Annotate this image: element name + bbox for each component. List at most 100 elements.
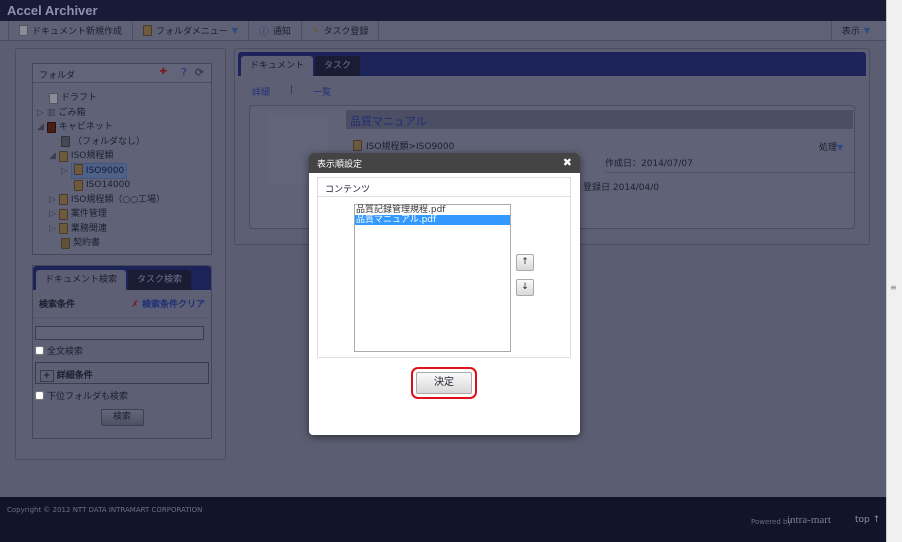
- intra-mart-logo: intra-mart: [787, 514, 831, 526]
- list-item-selected[interactable]: 品質マニュアル.pdf: [355, 215, 510, 225]
- tab-task[interactable]: タスク: [315, 56, 361, 76]
- confirm-button[interactable]: 決定: [416, 372, 472, 394]
- chevron-down-icon: ▼: [837, 143, 844, 152]
- main-tabs: ドキュメント タスク: [238, 52, 866, 76]
- dialog-title: 表示順設定: [317, 160, 363, 170]
- pencil-icon: ✎: [311, 25, 320, 36]
- action-label: 処理: [819, 143, 838, 153]
- folder-tree-box: フォルダ ✚ ? ⟳ ドラフト ▷ ▥ ごみ箱 ◢ キャビネット （フォルダなし） ◢…: [32, 63, 212, 255]
- tree-item-iso9000[interactable]: ▷ ISO9000: [37, 162, 211, 179]
- powered-by: Powered by: [751, 518, 792, 526]
- tree-label: （フォルダなし）: [73, 136, 146, 147]
- clear-label: 検索条件クリア: [141, 300, 205, 310]
- tree-item-draft[interactable]: ドラフト: [37, 91, 211, 106]
- collapse-icon[interactable]: ◢: [37, 120, 44, 135]
- close-icon[interactable]: ✖: [563, 156, 572, 169]
- document-title[interactable]: 品質マニュアル: [346, 110, 853, 129]
- tree-label: ISO規程類（○○工場）: [70, 194, 166, 205]
- folder-icon: [58, 208, 68, 220]
- clear-conditions-link[interactable]: ✗ 検索条件クリア: [131, 297, 205, 310]
- copyright: Copyright © 2012 NTT DATA INTRAMART CORP…: [7, 506, 203, 514]
- tree-item-contracts[interactable]: 契約書: [37, 236, 211, 251]
- details-toggle[interactable]: + 詳細条件: [35, 361, 209, 384]
- left-panel: フォルダ ✚ ? ⟳ ドラフト ▷ ▥ ごみ箱 ◢ キャビネット （フォルダなし） ◢…: [15, 48, 226, 460]
- pin-icon[interactable]: ✚: [159, 67, 167, 77]
- view-detail-link[interactable]: 詳細: [252, 85, 270, 98]
- tree-item-no-folder[interactable]: （フォルダなし）: [37, 135, 211, 150]
- contents-section: コンテンツ 品質記録管理規程.pdf 品質マニュアル.pdf ↑ ↓: [317, 177, 571, 358]
- tree-item-iso[interactable]: ◢ ISO規程類: [37, 149, 211, 164]
- contents-listbox[interactable]: 品質記録管理規程.pdf 品質マニュアル.pdf: [354, 204, 511, 352]
- folder-icon: [58, 223, 68, 235]
- folder-tree: ドラフト ▷ ▥ ごみ箱 ◢ キャビネット （フォルダなし） ◢ ISO規程類 ▷ ISO…: [33, 83, 211, 251]
- expand-icon[interactable]: ▷: [49, 222, 56, 237]
- fulltext-label: 全文検索: [47, 346, 84, 357]
- action-menu[interactable]: 処理▼: [819, 140, 843, 153]
- search-button[interactable]: 検索: [100, 408, 144, 426]
- scrollbar[interactable]: ≡: [886, 0, 902, 542]
- view-menu-button[interactable]: 表示 ▼: [830, 21, 886, 40]
- help-icon[interactable]: ?: [181, 66, 187, 79]
- list-item[interactable]: 品質記録管理規程.pdf: [355, 205, 510, 215]
- notice-button[interactable]: ⓘ 通知: [249, 21, 302, 40]
- display-order-dialog: 表示順設定 ✖ コンテンツ 品質記録管理規程.pdf 品質マニュアル.pdf ↑ …: [309, 153, 580, 435]
- fulltext-checkbox[interactable]: [35, 345, 44, 355]
- task-register-button[interactable]: ✎ タスク登録: [302, 21, 380, 40]
- folder-menu-button[interactable]: フォルダメニュー ▼: [133, 21, 249, 40]
- expand-icon[interactable]: ▷: [49, 193, 56, 208]
- folder-icon: [143, 25, 153, 36]
- details-label: 詳細条件: [56, 370, 93, 381]
- info-icon: ⓘ: [258, 27, 269, 38]
- tree-item-business[interactable]: ▷ 業務関連: [37, 222, 211, 237]
- created-date: 作成日：2014/07/07: [605, 155, 855, 173]
- tree-label: ドラフト: [61, 93, 98, 103]
- tree-label: 契約書: [73, 238, 101, 248]
- expand-icon[interactable]: ▷: [37, 106, 44, 121]
- new-document-label: ドキュメント新規作成: [32, 27, 123, 37]
- subfolder-checkbox[interactable]: [35, 390, 44, 400]
- folder-icon: [58, 194, 68, 206]
- collapse-icon[interactable]: ◢: [49, 149, 56, 164]
- tree-item-cabinet[interactable]: ◢ キャビネット: [37, 120, 211, 135]
- draft-icon: [49, 92, 58, 104]
- tab-document-search[interactable]: ドキュメント検索: [36, 270, 127, 290]
- tree-item-iso-factory[interactable]: ▷ ISO規程類（○○工場）: [37, 193, 211, 208]
- tree-label: ごみ箱: [58, 107, 86, 118]
- tab-document[interactable]: ドキュメント: [241, 56, 314, 76]
- document-path[interactable]: ISO規程類>ISO9000: [366, 139, 454, 152]
- chevron-down-icon: ▼: [231, 26, 238, 35]
- trash-icon: ▥: [46, 107, 56, 118]
- refresh-icon[interactable]: ⟳: [195, 66, 204, 79]
- app-title: Accel Archiver: [0, 0, 886, 21]
- search-input[interactable]: [35, 326, 204, 340]
- subfolder-label: 下位フォルダも検索: [47, 391, 129, 402]
- chevron-down-icon: ▼: [863, 26, 870, 35]
- tree-item-trash[interactable]: ▷ ▥ ごみ箱: [37, 106, 211, 121]
- folder-icon: [73, 163, 83, 175]
- folder-panel-title: フォルダ: [39, 71, 76, 81]
- view-label: 表示: [841, 27, 860, 37]
- new-document-button[interactable]: ドキュメント新規作成: [8, 21, 134, 40]
- footer: Copyright © 2012 NTT DATA INTRAMART CORP…: [0, 497, 886, 542]
- move-down-button[interactable]: ↓: [516, 279, 534, 296]
- tree-label: 案件管理: [70, 209, 107, 219]
- folder-icon: [74, 179, 83, 191]
- tree-label: ISO規程類: [70, 151, 114, 161]
- tree-label: 業務関連: [70, 223, 107, 234]
- view-list-link[interactable]: 一覧: [313, 85, 331, 98]
- toolbar: ドキュメント新規作成 フォルダメニュー ▼ ⓘ 通知 ✎ タスク登録 表示 ▼: [0, 21, 886, 41]
- tab-task-search[interactable]: タスク検索: [128, 270, 192, 290]
- tree-item-projects[interactable]: ▷ 案件管理: [37, 207, 211, 222]
- folder-menu-label: フォルダメニュー: [156, 27, 228, 37]
- move-up-button[interactable]: ↑: [516, 254, 534, 271]
- new-document-icon: [19, 25, 28, 36]
- cabinet-icon: [46, 121, 56, 133]
- folder-icon: [353, 140, 362, 151]
- top-link[interactable]: top ↑: [855, 515, 880, 525]
- tree-label: ISO14000: [86, 180, 131, 190]
- tree-item-iso14000[interactable]: ISO14000: [37, 178, 211, 193]
- expand-icon[interactable]: ▷: [61, 164, 68, 179]
- expand-icon[interactable]: ▷: [49, 207, 56, 222]
- search-box: ドキュメント検索 タスク検索 検索条件 ✗ 検索条件クリア 全文検索 + 詳細条件…: [32, 265, 212, 439]
- registered-date: 登録日 2014/04/0: [583, 183, 660, 193]
